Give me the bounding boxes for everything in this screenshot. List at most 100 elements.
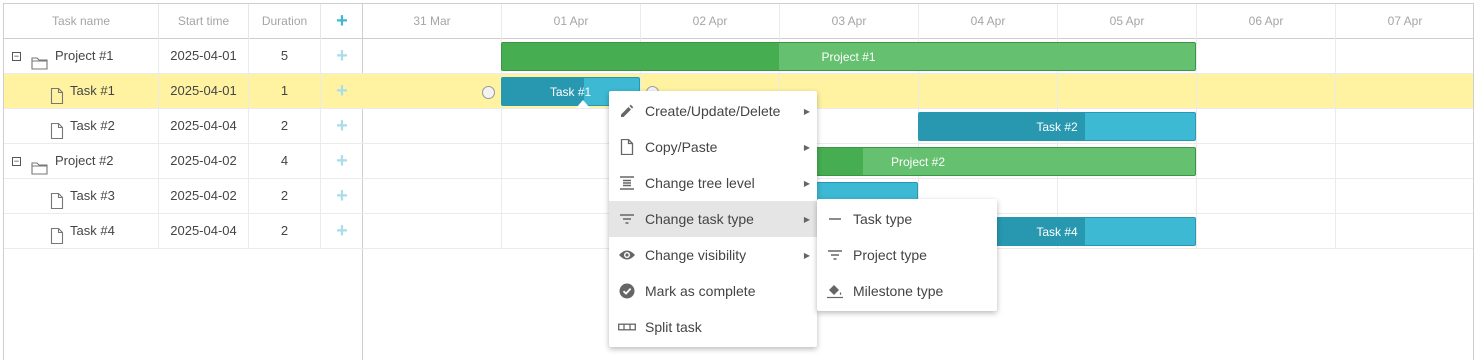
chevron-right-icon: ▶ (803, 106, 811, 116)
grid-row-project-2[interactable]: − Project #2 2025-04-02 4 + (4, 144, 363, 179)
grid-row-task-2[interactable]: Task #2 2025-04-04 2 + (4, 109, 363, 144)
task-type-submenu: Task type Project type Milestone type (817, 199, 997, 311)
duration-cell: 2 (249, 179, 321, 213)
submenu-item-label: Project type (853, 247, 927, 263)
add-task-header-button[interactable]: + (321, 4, 363, 39)
chevron-right-icon: ▶ (803, 214, 811, 224)
duration-cell: 4 (249, 144, 321, 178)
chevron-right-icon: ▶ (803, 178, 811, 188)
duration-cell: 2 (249, 214, 321, 248)
start-time-cell: 2025-04-01 (159, 74, 249, 108)
menu-item-mark-as-complete[interactable]: Mark as complete (609, 273, 817, 309)
scale-cell: 05 Apr (1058, 4, 1197, 39)
menu-item-create-update-delete[interactable]: Create/Update/Delete ▶ (609, 93, 817, 129)
file-icon (50, 118, 64, 143)
bar-label: Task #1 (549, 85, 592, 99)
task-name-cell: − Project #2 (4, 144, 159, 178)
add-subtask-button[interactable]: + (321, 109, 363, 143)
bar-label: Task #4 (1036, 225, 1078, 239)
task-name-cell: Task #1 (4, 74, 159, 108)
add-subtask-button[interactable]: + (321, 214, 363, 248)
check-circle-icon (609, 273, 645, 309)
submenu-item-label: Milestone type (853, 283, 944, 299)
bar-label: Project #2 (890, 155, 946, 169)
task-grid: Task name Start time Duration + − Projec… (4, 4, 363, 360)
task-name-label: Task #2 (70, 118, 115, 133)
add-subtask-button[interactable]: + (321, 179, 363, 213)
start-time-cell: 2025-04-04 (159, 109, 249, 143)
column-divider (1335, 39, 1336, 249)
start-time-cell: 2025-04-04 (159, 214, 249, 248)
submenu-item-project-type[interactable]: Project type (817, 237, 997, 273)
menu-item-label: Change visibility (645, 247, 747, 263)
duration-cell: 2 (249, 109, 321, 143)
pencil-icon (609, 93, 645, 129)
filter-icon (609, 201, 645, 237)
task-name-cell: Task #4 (4, 214, 159, 248)
menu-item-change-tree-level[interactable]: Change tree level ▶ (609, 165, 817, 201)
chevron-right-icon: ▶ (803, 250, 811, 260)
task-name-label: Project #2 (55, 153, 114, 168)
menu-item-change-task-type[interactable]: Change task type ▶ (609, 201, 817, 237)
grid-row-task-1[interactable]: Task #1 2025-04-01 1 + (4, 74, 363, 109)
minus-icon (817, 201, 853, 237)
gantt-bar-project-1[interactable]: Project #1 (501, 42, 1196, 71)
filter-icon (817, 237, 853, 273)
gantt-bar-task-2[interactable]: Task #2 (918, 112, 1196, 141)
folder-icon (31, 154, 49, 178)
folder-icon (31, 49, 49, 73)
submenu-item-label: Task type (853, 211, 913, 227)
bar-label: Project #1 (821, 50, 876, 64)
scale-cell: 06 Apr (1197, 4, 1336, 39)
task-name-label: Task #3 (70, 188, 115, 203)
timeline-scale: 31 Mar 01 Apr 02 Apr 03 Apr 04 Apr 05 Ap… (363, 4, 1473, 39)
document-icon (609, 129, 645, 165)
column-header-task-name[interactable]: Task name (4, 4, 159, 39)
scale-cell: 04 Apr (919, 4, 1058, 39)
duration-cell: 5 (249, 39, 321, 73)
menu-item-label: Create/Update/Delete (645, 103, 781, 119)
link-handle-left[interactable] (482, 86, 495, 99)
start-time-cell: 2025-04-01 (159, 39, 249, 73)
chevron-right-icon: ▶ (803, 142, 811, 152)
task-name-cell: Task #3 (4, 179, 159, 213)
task-name-cell: − Project #1 (4, 39, 159, 73)
grid-row-task-3[interactable]: Task #3 2025-04-02 2 + (4, 179, 363, 214)
scale-cell: 07 Apr (1336, 4, 1473, 39)
add-subtask-button[interactable]: + (321, 39, 363, 73)
submenu-item-milestone-type[interactable]: Milestone type (817, 273, 997, 309)
add-subtask-button[interactable]: + (321, 144, 363, 178)
grid-header: Task name Start time Duration + (4, 4, 363, 39)
split-icon (609, 309, 645, 345)
indent-icon (609, 165, 645, 201)
collapse-toggle-icon[interactable]: − (12, 157, 21, 166)
column-divider (1196, 39, 1197, 249)
duration-cell: 1 (249, 74, 321, 108)
menu-item-copy-paste[interactable]: Copy/Paste ▶ (609, 129, 817, 165)
start-time-cell: 2025-04-02 (159, 179, 249, 213)
menu-item-label: Copy/Paste (645, 139, 718, 155)
context-menu: Create/Update/Delete ▶ Copy/Paste ▶ Chan… (609, 91, 817, 347)
bar-label: Task #2 (1036, 120, 1078, 134)
grid-row-project-1[interactable]: − Project #1 2025-04-01 5 + (4, 39, 363, 74)
bar-progress (502, 43, 780, 70)
collapse-toggle-icon[interactable]: − (12, 52, 21, 61)
menu-item-split-task[interactable]: Split task (609, 309, 817, 345)
column-header-start-time[interactable]: Start time (159, 4, 249, 39)
menu-item-label: Change task type (645, 211, 754, 227)
menu-item-change-visibility[interactable]: Change visibility ▶ (609, 237, 817, 273)
task-name-label: Project #1 (55, 48, 114, 63)
start-time-cell: 2025-04-02 (159, 144, 249, 178)
submenu-item-task-type[interactable]: Task type (817, 201, 997, 237)
file-icon (50, 83, 64, 108)
grid-row-task-4[interactable]: Task #4 2025-04-04 2 + (4, 214, 363, 249)
progress-drag-handle[interactable] (576, 100, 590, 108)
paint-bucket-icon (817, 273, 853, 309)
menu-item-label: Change tree level (645, 175, 755, 191)
menu-item-label: Split task (645, 319, 702, 335)
add-subtask-button[interactable]: + (321, 74, 363, 108)
menu-item-label: Mark as complete (645, 283, 756, 299)
task-name-label: Task #1 (70, 83, 115, 98)
column-header-duration[interactable]: Duration (249, 4, 321, 39)
scale-cell: 01 Apr (502, 4, 641, 39)
